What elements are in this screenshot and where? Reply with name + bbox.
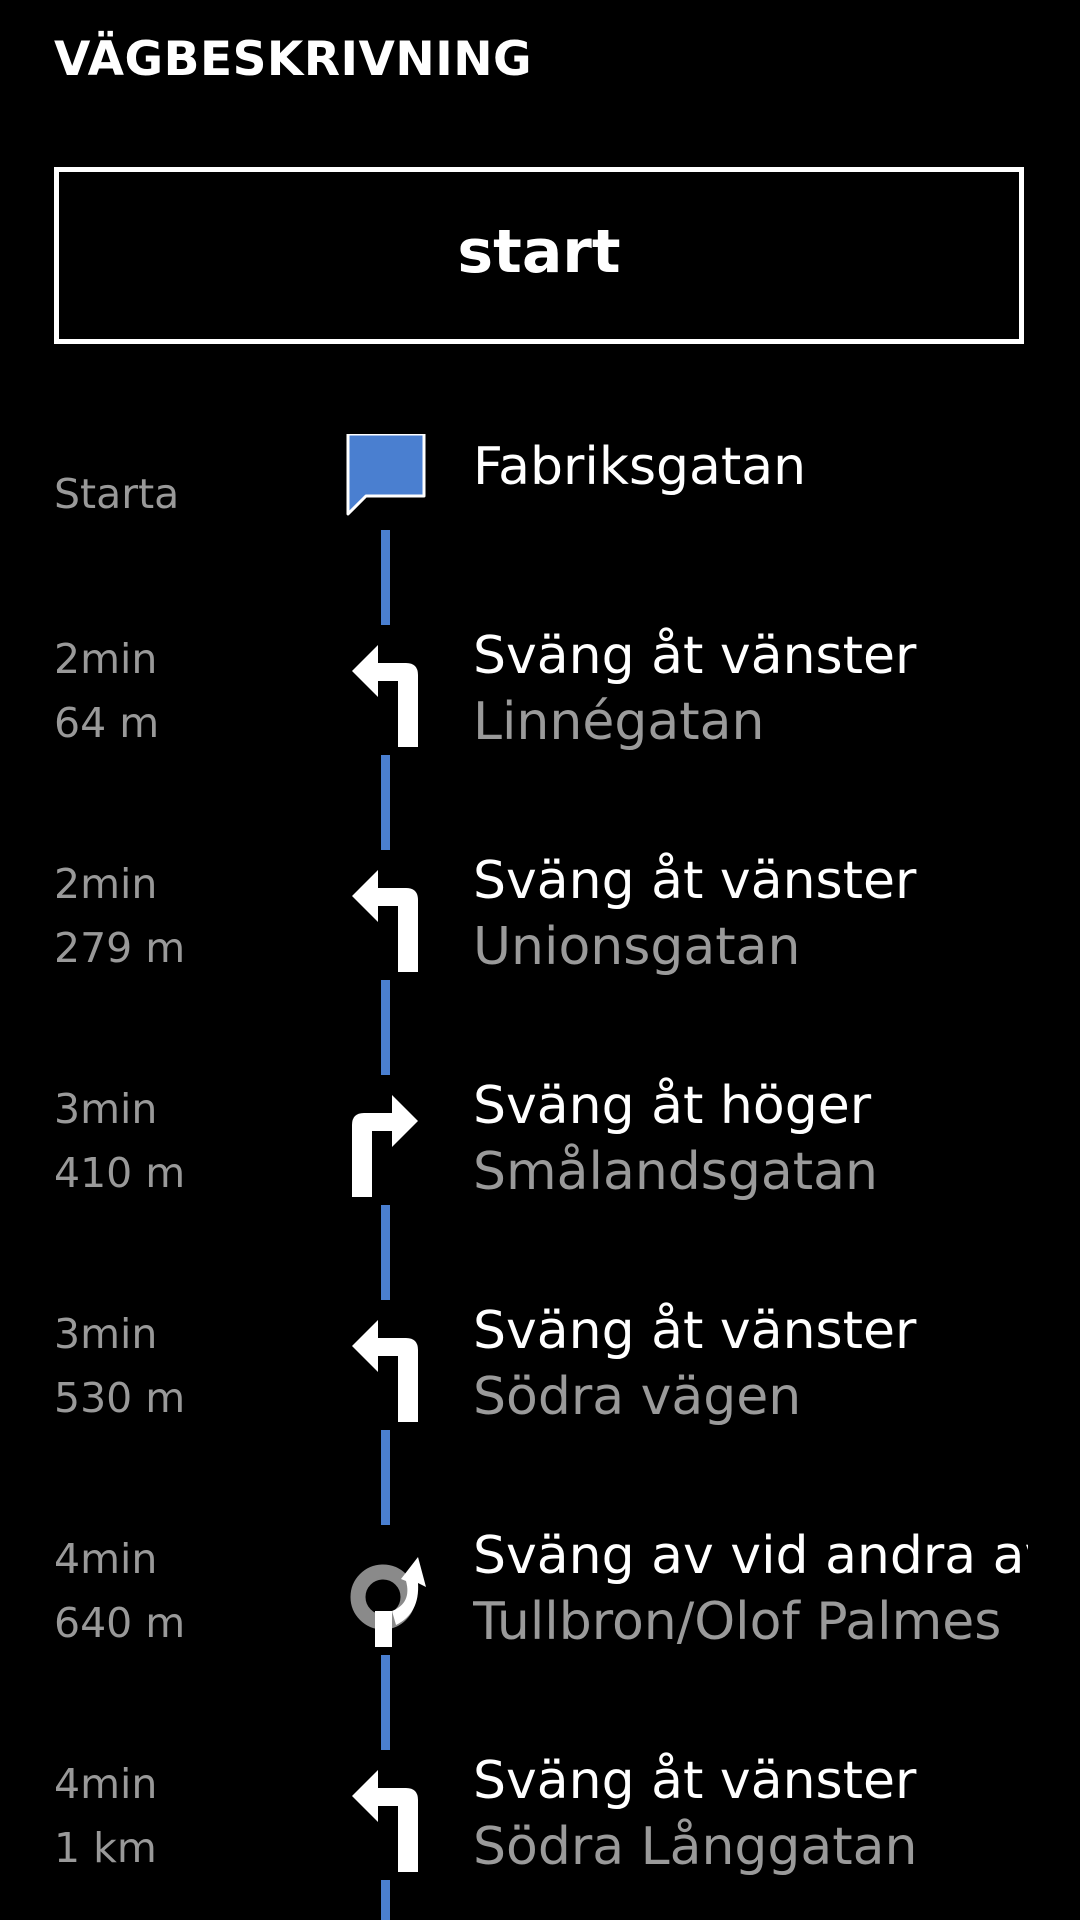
route-step[interactable]: 2min 279 m Sväng åt vänster Unionsgatan [0, 851, 1080, 982]
step-time: 2min [54, 860, 158, 908]
step-time: 3min [54, 1085, 158, 1133]
route-step[interactable]: 3min 410 m Sväng åt höger Smålandsgatan [0, 1076, 1080, 1207]
route-step[interactable]: 2min 64 m Sväng åt vänster Linnégatan [0, 626, 1080, 757]
step-text: Sväng åt vänster Linnégatan [473, 623, 1028, 755]
step-distance: 530 m [54, 1374, 186, 1422]
step-text: Sväng åt vänster Södra vägen [473, 1298, 1028, 1430]
roundabout-icon [340, 1537, 440, 1647]
step-text: Fabriksgatan [473, 430, 1028, 500]
step-instruction: Sväng åt vänster [473, 1301, 917, 1361]
step-street: Linnégatan [473, 692, 765, 752]
step-distance: 279 m [54, 924, 186, 972]
step-instruction: Sväng åt höger [473, 1076, 872, 1136]
step-meta: 4min 1 km [54, 1752, 157, 1880]
step-street: Södra vägen [473, 1367, 802, 1427]
route-step[interactable]: 4min 640 m Sväng av vid andra av Tullbro… [0, 1526, 1080, 1657]
step-distance: 1 km [54, 1824, 157, 1872]
step-text: Sväng åt höger Smålandsgatan [473, 1073, 1028, 1205]
step-time: 3min [54, 1310, 158, 1358]
step-street: Fabriksgatan [473, 437, 807, 497]
step-meta: 3min 410 m [54, 1077, 185, 1205]
route-step[interactable]: 4min 1 km Sväng åt vänster Södra Långgat… [0, 1751, 1080, 1882]
step-street: Södra Långgatan [473, 1817, 918, 1877]
turn-right-icon [340, 1087, 440, 1197]
start-button[interactable]: start [54, 167, 1024, 344]
step-text: Sväng av vid andra av Tullbron/Olof Palm… [473, 1523, 1028, 1655]
step-distance: 410 m [54, 1149, 186, 1197]
step-meta: 2min 64 m [54, 627, 159, 755]
step-time: 4min [54, 1535, 158, 1583]
page-title: VÄGBESKRIVNING [54, 32, 533, 87]
step-text: Sväng åt vänster Unionsgatan [473, 848, 1028, 980]
step-time: 2min [54, 635, 158, 683]
step-instruction: Sväng åt vänster [473, 626, 917, 686]
turn-left-icon [340, 862, 440, 972]
step-street: Unionsgatan [473, 917, 801, 977]
flag-icon [340, 434, 440, 544]
turn-left-icon [340, 1312, 440, 1422]
step-text: Sväng åt vänster Södra Långgatan [473, 1748, 1028, 1880]
step-instruction: Sväng av vid andra av [473, 1526, 1028, 1586]
step-time: 4min [54, 1760, 158, 1808]
step-instruction: Sväng åt vänster [473, 851, 917, 911]
step-meta: 2min 279 m [54, 852, 185, 980]
step-distance: 640 m [54, 1599, 186, 1647]
step-distance: 64 m [54, 699, 160, 747]
step-street: Smålandsgatan [473, 1142, 878, 1202]
route-step[interactable]: 3min 530 m Sväng åt vänster Södra vägen [0, 1301, 1080, 1432]
step-meta: 3min 530 m [54, 1302, 185, 1430]
step-start-label: Starta [54, 470, 180, 518]
step-meta: Starta [54, 462, 179, 526]
turn-left-icon [340, 1762, 440, 1872]
step-street: Tullbron/Olof Palmes [473, 1592, 1002, 1652]
step-meta: 4min 640 m [54, 1527, 185, 1655]
route-step-start[interactable]: Starta Fabriksgatan [0, 434, 1080, 564]
step-instruction: Sväng åt vänster [473, 1751, 917, 1811]
turn-left-icon [340, 637, 440, 747]
